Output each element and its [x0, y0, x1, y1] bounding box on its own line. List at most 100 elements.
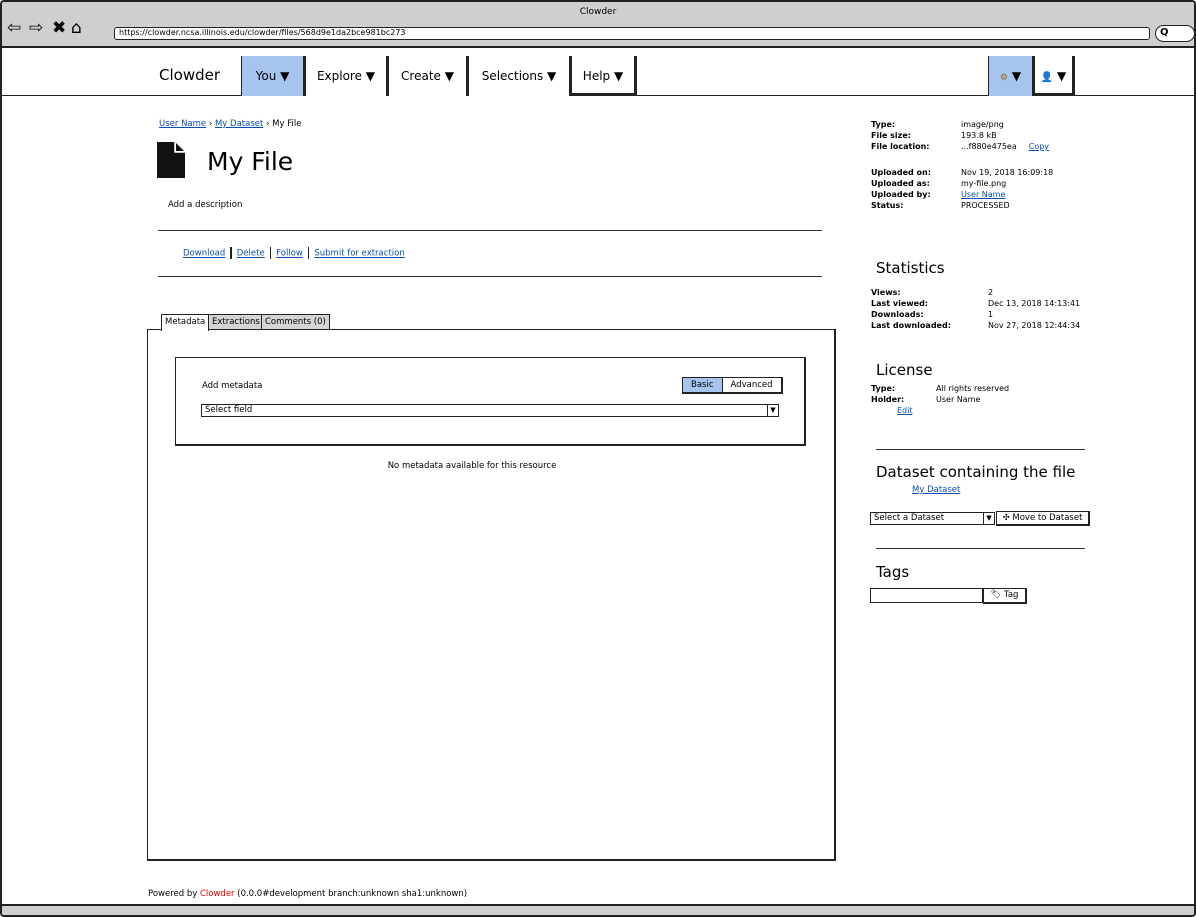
user-menu[interactable]: 👤 ▼ — [1034, 56, 1075, 96]
tab-comments[interactable]: Comments (0) — [261, 314, 330, 330]
last-viewed-value: Dec 13, 2018 14:13:41 — [988, 299, 1081, 308]
nav-menu-you[interactable]: You ▼ — [241, 56, 305, 96]
views-value: 2 — [988, 288, 994, 297]
separator — [269, 247, 272, 259]
license-edit-link[interactable]: Edit — [897, 406, 913, 415]
location-value: ...f880e475ea — [961, 142, 1017, 151]
description-field[interactable]: Add a description — [168, 200, 242, 210]
views-label: Views: — [871, 288, 901, 297]
settings-menu[interactable]: ⚙ ▼ — [988, 56, 1034, 96]
location-label: File location: — [871, 142, 930, 151]
breadcrumb-current: My File — [272, 119, 302, 129]
stop-icon[interactable]: ✖ — [52, 20, 66, 37]
divider — [158, 276, 822, 277]
settings-dropdown-arrow: ▼ — [1011, 69, 1022, 83]
delete-link[interactable]: Delete — [237, 249, 265, 259]
footer: Powered by Clowder (0.0.0#development br… — [148, 889, 467, 899]
tab-extractions[interactable]: Extractions — [208, 314, 264, 330]
gear-icon: ⚙ — [999, 73, 1008, 83]
breadcrumb-separator: › — [266, 119, 270, 129]
select-field-value: Select field — [205, 405, 253, 415]
license-type-value: All rights reserved — [936, 384, 1010, 393]
browser-status-bar — [2, 904, 1194, 915]
breadcrumb-dataset[interactable]: My Dataset — [215, 119, 263, 129]
nav-menu-explore[interactable]: Explore ▼ — [305, 56, 388, 96]
footer-prefix: Powered by — [148, 889, 200, 899]
dataset-select[interactable]: Select a Dataset ▼ — [870, 512, 995, 525]
browser-titlebar: Clowder ⇦ ⇨ ✖ ⌂ https://clowder.ncsa.ill… — [2, 2, 1194, 48]
home-icon[interactable]: ⌂ — [71, 20, 82, 37]
footer-version: (0.0.0#development branch:unknown sha1:u… — [234, 889, 468, 899]
user-icon: 👤 — [1040, 72, 1054, 83]
page-title: My File — [207, 147, 294, 176]
downloads-label: Downloads: — [871, 310, 924, 319]
downloads-value: 1 — [988, 310, 994, 319]
dataset-select-value: Select a Dataset — [874, 513, 945, 523]
add-tag-button[interactable]: 🏷 Tag — [983, 588, 1027, 604]
add-metadata-label: Add metadata — [202, 381, 263, 391]
file-actions: Download Delete Follow Submit for extractio… — [183, 247, 405, 259]
browser-window: Clowder ⇦ ⇨ ✖ ⌂ https://clowder.ncsa.ill… — [0, 0, 1196, 917]
uploaded-as-label: Uploaded as: — [871, 179, 930, 188]
brand-logo[interactable]: Clowder — [159, 56, 220, 94]
nav-menu-selections[interactable]: Selections ▼ — [468, 56, 571, 96]
dataset-link-row: My Dataset — [912, 485, 960, 496]
tags-heading: Tags — [876, 563, 910, 581]
tab-metadata[interactable]: Metadata — [161, 314, 210, 331]
separator — [307, 247, 310, 259]
nav-menu-create[interactable]: Create ▼ — [388, 56, 468, 96]
uploaded-by-label: Uploaded by: — [871, 190, 931, 199]
footer-brand-link[interactable]: Clowder — [200, 889, 235, 899]
user-dropdown-arrow: ▼ — [1057, 69, 1067, 83]
uploaded-by-link[interactable]: User Name — [961, 190, 1005, 199]
chevron-down-icon: ▼ — [767, 405, 778, 416]
file-info: Type: image/png File size: 193.8 kB File l… — [871, 119, 1053, 211]
size-label: File size: — [871, 131, 911, 140]
uploaded-as-value: my-file.png — [961, 179, 1007, 188]
breadcrumb: User Name › My Dataset › My File — [159, 119, 301, 129]
license-heading: License — [876, 361, 933, 379]
download-link[interactable]: Download — [183, 249, 225, 259]
nav-menu-help[interactable]: Help ▼ — [571, 56, 637, 96]
chevron-down-icon: ▼ — [983, 513, 994, 524]
dataset-link[interactable]: My Dataset — [912, 485, 960, 495]
address-bar[interactable]: https://clowder.ncsa.illinois.edu/clowde… — [114, 27, 1150, 40]
divider — [876, 449, 1085, 450]
move-icon: ✣ — [1002, 513, 1010, 523]
follow-link[interactable]: Follow — [276, 249, 303, 259]
status-label: Status: — [871, 201, 904, 210]
last-downloaded-label: Last downloaded: — [871, 321, 951, 330]
breadcrumb-user[interactable]: User Name — [159, 119, 206, 129]
separator — [230, 247, 232, 259]
dataset-heading: Dataset containing the file — [876, 463, 1076, 481]
statistics-list: Views: 2 Last viewed: Dec 13, 2018 14:13:4… — [871, 287, 1080, 331]
move-button-label: Move to Dataset — [1012, 513, 1083, 523]
tag-button-label: Tag — [1004, 590, 1019, 600]
license-holder-value: User Name — [936, 395, 981, 404]
uploaded-on-label: Uploaded on: — [871, 168, 931, 177]
status-value: PROCESSED — [961, 201, 1010, 210]
forward-icon[interactable]: ⇨ — [29, 20, 43, 37]
select-field-dropdown[interactable]: Select field ▼ — [201, 404, 779, 417]
submit-extraction-link[interactable]: Submit for extraction — [314, 249, 404, 259]
move-to-dataset-button[interactable]: ✣ Move to Dataset — [996, 511, 1090, 526]
metadata-mode-toggle: Basic Advanced — [682, 377, 783, 394]
tag-input[interactable] — [870, 588, 983, 603]
back-icon[interactable]: ⇦ — [7, 20, 21, 37]
top-navbar: Clowder You ▼ Explore ▼ Create ▼ Selecti… — [2, 56, 1194, 96]
statistics-heading: Statistics — [876, 259, 945, 277]
file-icon — [157, 142, 185, 178]
license-type-label: Type: — [871, 384, 896, 393]
last-viewed-label: Last viewed: — [871, 299, 928, 308]
size-value: 193.8 kB — [961, 131, 997, 140]
type-label: Type: — [871, 120, 896, 129]
uploaded-on-value: Nov 19, 2018 16:09:18 — [961, 168, 1054, 177]
basic-button[interactable]: Basic — [683, 378, 723, 392]
search-icon[interactable]: Q — [1155, 25, 1194, 42]
copy-link[interactable]: Copy — [1029, 142, 1049, 151]
advanced-button[interactable]: Advanced — [722, 378, 781, 392]
license-holder-label: Holder: — [871, 395, 905, 404]
breadcrumb-separator: › — [208, 119, 213, 129]
divider — [876, 548, 1085, 549]
empty-metadata-message: No metadata available for this resource — [387, 461, 557, 471]
